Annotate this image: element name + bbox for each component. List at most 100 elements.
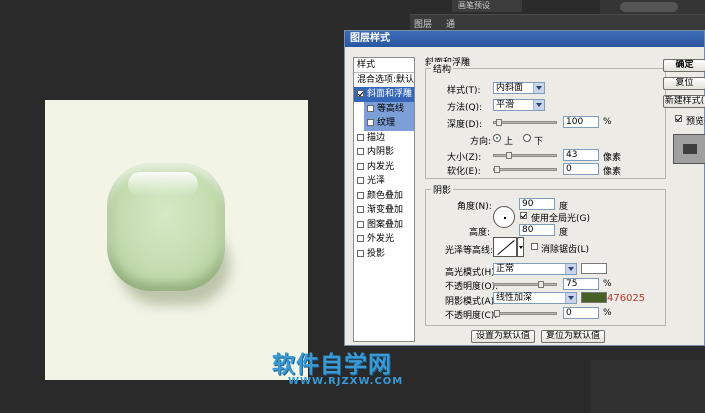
bevel-style-select[interactable]: 内斜面 <box>493 82 545 94</box>
slider-thumb[interactable] <box>496 119 502 126</box>
size-input[interactable]: 43 <box>563 149 599 161</box>
style-item-contour[interactable]: 等高线 <box>364 101 414 116</box>
angle-dial[interactable] <box>493 206 515 228</box>
color-overlay-checkbox[interactable] <box>357 191 364 199</box>
shadow-opacity-slider[interactable] <box>493 310 557 317</box>
new-style-button[interactable]: 新建样式( <box>663 95 705 108</box>
drop-shadow-checkbox[interactable] <box>357 249 364 257</box>
soften-input[interactable]: 0 <box>563 163 599 175</box>
gloss-contour-label: 光泽等高线: <box>445 246 494 256</box>
altitude-label: 高度: <box>469 228 491 238</box>
tab-layers[interactable]: 图层 <box>414 17 432 30</box>
style-item-satin[interactable]: 光泽 <box>354 174 414 189</box>
style-item-bevel[interactable]: 斜面和浮雕 <box>354 87 414 102</box>
style-item-inner-glow[interactable]: 内发光 <box>354 160 414 175</box>
right-panel-header <box>600 0 705 14</box>
shadow-opacity-label: 不透明度(C): <box>445 311 498 321</box>
gloss-contour-dropdown[interactable] <box>517 237 524 257</box>
set-default-button[interactable]: 设置为默认值 <box>471 330 535 343</box>
direction-down-label: 下 <box>534 137 544 147</box>
size-slider[interactable] <box>493 152 557 159</box>
style-item-color-overlay[interactable]: 颜色叠加 <box>354 189 414 204</box>
inner-shadow-checkbox[interactable] <box>357 148 364 155</box>
style-label: 样式(T): <box>447 86 481 96</box>
style-preview-thumbnail <box>673 134 705 164</box>
soften-slider[interactable] <box>493 166 557 173</box>
style-item-texture[interactable]: 纹理 <box>364 116 414 131</box>
slider-thumb[interactable] <box>506 152 512 159</box>
texture-checkbox[interactable] <box>367 119 374 126</box>
ok-button[interactable]: 确定 <box>663 59 705 72</box>
style-item-gradient-overlay[interactable]: 渐变叠加 <box>354 203 414 218</box>
style-item-drop-shadow[interactable]: 投影 <box>354 247 414 262</box>
soften-label: 软化(E): <box>447 167 481 177</box>
global-light-checkbox[interactable] <box>520 212 527 219</box>
layer-style-dialog: 图层样式 样式 混合选项:默认 斜面和浮雕 等高线 纹理 描边 内阴影 内发光 … <box>344 30 705 346</box>
preview-label: 预览( <box>686 117 705 127</box>
size-label: 大小(Z): <box>447 153 482 163</box>
structure-label: 结构 <box>431 62 454 75</box>
bevel-checkbox[interactable] <box>357 90 364 97</box>
style-list: 样式 混合选项:默认 斜面和浮雕 等高线 纹理 描边 内阴影 内发光 光泽 颜色… <box>353 57 415 342</box>
dialog-title[interactable]: 图层样式 <box>345 31 704 47</box>
style-item-outer-glow[interactable]: 外发光 <box>354 232 414 247</box>
reset-button[interactable]: 复位 <box>663 77 705 90</box>
soften-unit: 像素 <box>603 167 622 177</box>
chevron-down-icon <box>565 293 576 303</box>
slider-thumb[interactable] <box>494 166 500 173</box>
angle-input[interactable]: 90 <box>519 198 555 210</box>
size-unit: 像素 <box>603 153 622 163</box>
antialias-checkbox[interactable] <box>531 243 538 250</box>
altitude-unit: 度 <box>559 228 569 238</box>
gradient-overlay-checkbox[interactable] <box>357 206 364 213</box>
contour-checkbox[interactable] <box>367 104 374 112</box>
slider-thumb[interactable] <box>538 281 544 288</box>
stroke-checkbox[interactable] <box>357 133 364 141</box>
highlight-color-swatch[interactable] <box>581 263 607 274</box>
shadow-opacity-unit: % <box>603 308 612 318</box>
style-list-header[interactable]: 样式 <box>354 58 414 73</box>
highlight-mode-label: 高光模式(H): <box>445 268 498 278</box>
depth-unit: % <box>603 117 612 127</box>
direction-up-label: 上 <box>504 137 514 147</box>
tab-channels[interactable]: 通 <box>446 17 455 30</box>
watermark-url: WWW.RJZXW.COM <box>288 376 404 387</box>
shadow-opacity-input[interactable]: 0 <box>563 307 599 319</box>
outer-glow-checkbox[interactable] <box>357 235 364 242</box>
gloss-contour-preview[interactable] <box>493 237 517 257</box>
direction-down-radio[interactable] <box>523 134 531 142</box>
direction-up-radio[interactable] <box>493 134 501 142</box>
technique-select[interactable]: 平滑 <box>493 99 545 111</box>
reset-default-button[interactable]: 复位为默认值 <box>541 330 605 343</box>
satin-checkbox[interactable] <box>357 177 364 184</box>
panel-pill[interactable] <box>620 2 678 12</box>
depth-input[interactable]: 100 <box>563 116 599 128</box>
shadow-mode-select[interactable]: 线性加深 <box>493 292 577 304</box>
highlight-mode-select[interactable]: 正常 <box>493 263 577 275</box>
style-item-pattern-overlay[interactable]: 图案叠加 <box>354 218 414 233</box>
style-item-inner-shadow[interactable]: 内阴影 <box>354 145 414 160</box>
depth-slider[interactable] <box>493 119 557 126</box>
global-light-label: 使用全局光(G) <box>531 214 590 224</box>
highlight-opacity-input[interactable]: 75 <box>563 278 599 290</box>
style-item-stroke[interactable]: 描边 <box>354 131 414 146</box>
candy-highlight <box>128 172 198 196</box>
antialias-label: 消除锯齿(L) <box>541 245 590 255</box>
watermark-logo: 软件自学网 <box>272 352 392 378</box>
shading-label: 阴影 <box>431 183 454 196</box>
blend-options[interactable]: 混合选项:默认 <box>354 73 414 88</box>
highlight-opacity-slider[interactable] <box>493 281 557 288</box>
chevron-down-icon <box>533 83 544 93</box>
brush-preset-tab[interactable]: 画笔预设 <box>452 0 522 12</box>
inner-glow-checkbox[interactable] <box>357 162 364 170</box>
shadow-mode-label: 阴影模式(A): <box>445 297 498 307</box>
shadow-color-swatch[interactable] <box>581 292 607 303</box>
highlight-opacity-unit: % <box>603 279 612 289</box>
shadow-hex-annotation: 476025 <box>607 293 646 304</box>
pattern-overlay-checkbox[interactable] <box>357 220 364 228</box>
chevron-down-icon <box>565 264 576 274</box>
depth-label: 深度(D): <box>447 120 482 130</box>
slider-thumb[interactable] <box>494 310 500 317</box>
preview-checkbox[interactable] <box>675 115 682 122</box>
altitude-input[interactable]: 80 <box>519 224 555 236</box>
